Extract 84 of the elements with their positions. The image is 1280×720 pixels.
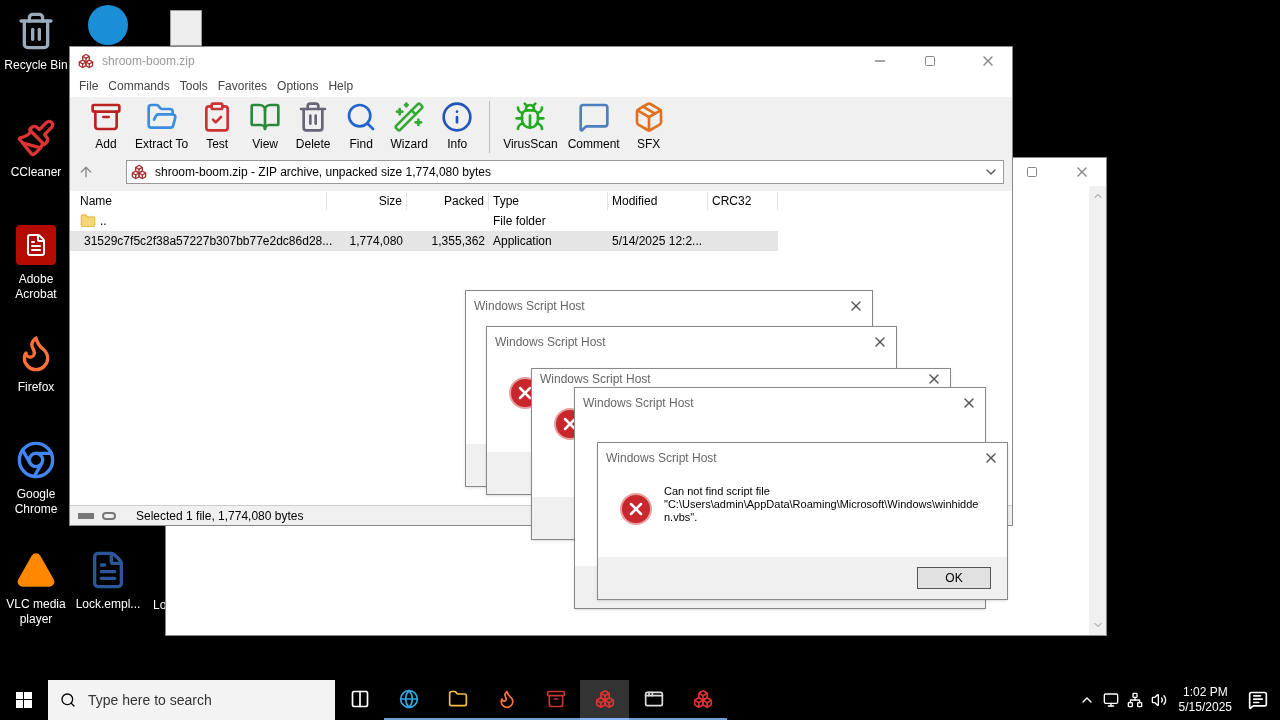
ok-button[interactable]: OK — [917, 567, 991, 589]
toolbar-button[interactable]: View — [241, 101, 290, 153]
notifications-icon[interactable] — [1248, 690, 1268, 710]
clock-date[interactable]: 5/15/2025 — [1178, 700, 1232, 715]
desktop-icon-label: VLC media player — [5, 597, 67, 627]
menu-item[interactable]: File — [74, 77, 104, 95]
network-icon[interactable] — [1126, 692, 1143, 708]
table-cell-text: .. — [100, 213, 107, 230]
app-shortcut-icon[interactable] — [16, 222, 56, 268]
toolbar-button[interactable]: Add — [82, 101, 130, 153]
maximize-icon[interactable] — [924, 55, 936, 67]
taskview-icon — [349, 689, 370, 709]
windows-logo-icon — [16, 692, 32, 708]
taskbar-app-icon[interactable] — [580, 680, 629, 720]
menu-item[interactable]: Options — [272, 77, 324, 95]
dialog-title: Windows Script Host — [540, 370, 652, 388]
clock-time[interactable]: 1:02 PM — [1182, 685, 1228, 700]
desktop-icon-label: Firefox — [17, 380, 55, 395]
drive-icon — [78, 512, 94, 519]
view-icon — [249, 101, 282, 133]
column-header[interactable]: CRC32 — [708, 192, 778, 210]
desktop-icon-label: Lock.empl... — [75, 597, 141, 612]
toolbar-button[interactable]: Find — [337, 101, 386, 153]
file-row[interactable]: .. File folder — [70, 211, 778, 231]
up-icon[interactable] — [78, 164, 94, 180]
dialog-title: Windows Script Host — [606, 450, 718, 467]
app-shortcut-icon[interactable] — [88, 5, 128, 45]
window-icon — [643, 689, 664, 709]
folder-icon — [80, 213, 96, 229]
archive-app-icon — [78, 53, 94, 69]
desktop-icon-label: Google Chrome — [13, 487, 59, 517]
error-message: "C:\Users\admin\AppData\Roaming\Microsoft\Windows\winhidden.vbs". — [664, 498, 980, 524]
table-cell-text: 1,774,080 — [348, 233, 403, 250]
error-message: Can not find script file — [664, 485, 771, 498]
column-header[interactable]: Type — [489, 192, 608, 210]
toolbar-button[interactable]: Test — [193, 101, 242, 153]
column-header[interactable]: Name — [76, 192, 327, 210]
script-icon — [594, 689, 615, 709]
menu-item[interactable]: Tools — [174, 77, 213, 95]
toolbar-button[interactable]: SFX — [624, 101, 673, 153]
menu-item[interactable]: Commands — [103, 77, 175, 95]
info-icon — [441, 101, 474, 133]
table-cell-text: Application — [493, 233, 553, 250]
virus-icon — [514, 101, 547, 133]
file-row[interactable]: 31529c7f5c2f38a57227b307bb77e2dc86d28... 1,774,080 1,355,362 Application 5/14/2025 12:2... — [70, 231, 778, 251]
key-icon — [102, 511, 116, 520]
edge-icon — [398, 689, 419, 709]
desktop-icon-label: Lo — [153, 598, 165, 613]
toolbar-button[interactable]: Wizard — [385, 101, 434, 153]
toolbar-button[interactable]: Delete — [289, 101, 338, 153]
status-text: Selected 1 file, 1,774,080 bytes — [136, 507, 304, 525]
column-header[interactable]: Size — [327, 192, 407, 210]
desktop-icon-label: Adobe Acrobat — [14, 272, 58, 302]
desktop-icon-label: Recycle Bin — [4, 58, 68, 73]
volume-icon[interactable] — [1150, 692, 1167, 708]
script-icon — [692, 689, 713, 709]
explorer-icon — [447, 689, 468, 709]
table-cell-text: 31529c7f5c2f38a57227b307bb77e2dc86d28... — [84, 233, 333, 250]
table-cell-text: 5/14/2025 12:2... — [612, 233, 704, 250]
toolbar-button[interactable]: Comment — [562, 101, 625, 153]
maximize-icon[interactable] — [1026, 166, 1038, 178]
dialog-title: Windows Script Host — [474, 298, 586, 315]
dialog-title: Windows Script Host — [583, 395, 695, 412]
menu-item[interactable]: Favorites — [212, 77, 273, 95]
desktop-icon-label: CCleaner — [10, 165, 62, 180]
window-title: shroom-boom.zip — [102, 53, 195, 70]
toolbar-button[interactable]: Extract To — [130, 101, 194, 153]
winrar-icon — [545, 689, 566, 709]
toolbar-button[interactable]: VirusScan — [498, 101, 563, 153]
menu-item[interactable]: Help — [323, 77, 359, 95]
comment-icon — [577, 101, 610, 133]
table-cell-text: 1,355,362 — [430, 233, 485, 250]
column-header[interactable]: Modified — [608, 192, 708, 210]
toolbar-button[interactable]: Info — [433, 101, 482, 153]
archive-icon — [131, 164, 147, 180]
add-icon — [90, 101, 122, 133]
table-cell-text: File folder — [493, 213, 547, 230]
dialog-title: Windows Script Host — [495, 334, 607, 351]
tray-device-icon[interactable] — [1102, 692, 1119, 708]
address-field[interactable]: shroom-boom.zip - ZIP archive, unpacked size 1,774,080 bytes — [126, 160, 1004, 184]
wizard-icon — [393, 101, 426, 133]
search-field[interactable]: Type here to search — [48, 680, 335, 720]
search-icon — [60, 692, 76, 708]
column-header[interactable]: Packed — [407, 192, 489, 210]
